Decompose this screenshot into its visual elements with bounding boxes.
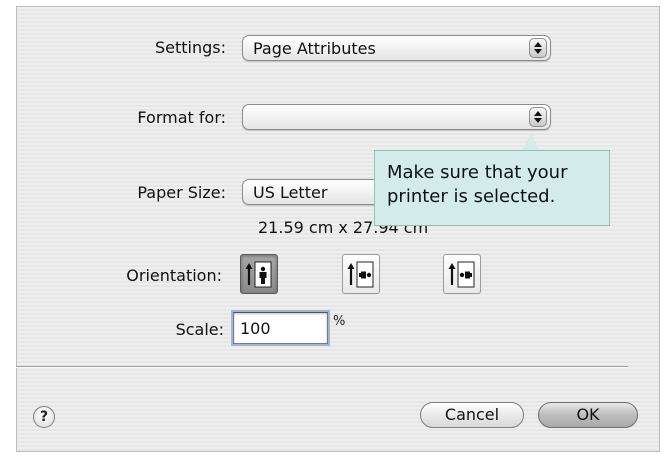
orientation-portrait-button[interactable] [240, 254, 278, 294]
callout-note: Make sure that your printer is selected. [374, 150, 610, 226]
format-for-label: Format for: [137, 108, 226, 127]
portrait-orientation-icon [245, 261, 272, 288]
settings-value: Page Attributes [253, 39, 376, 58]
callout-line-1: Make sure that your [387, 162, 568, 183]
popup-arrows-icon [529, 107, 547, 127]
orientation-landscape-right-button[interactable] [443, 254, 481, 294]
settings-popup[interactable]: Page Attributes [242, 35, 551, 61]
scale-label: Scale: [175, 320, 224, 339]
paper-size-label: Paper Size: [137, 183, 226, 202]
settings-label: Settings: [154, 38, 226, 57]
orientation-landscape-left-button[interactable] [342, 254, 380, 294]
landscape-left-orientation-icon [347, 261, 374, 288]
cancel-button[interactable]: Cancel [420, 402, 524, 428]
ok-button[interactable]: OK [538, 402, 638, 428]
callout-pointer [522, 133, 540, 151]
landscape-right-orientation-icon [448, 261, 475, 288]
scale-unit: % [333, 314, 346, 329]
separator [16, 366, 628, 368]
format-for-popup[interactable] [242, 104, 551, 130]
help-button[interactable]: ? [33, 406, 55, 428]
orientation-label: Orientation: [126, 266, 222, 285]
callout-line-2: printer is selected. [387, 186, 556, 207]
scale-input[interactable] [231, 310, 330, 346]
paper-size-value: US Letter [253, 183, 328, 202]
popup-arrows-icon [529, 38, 547, 58]
